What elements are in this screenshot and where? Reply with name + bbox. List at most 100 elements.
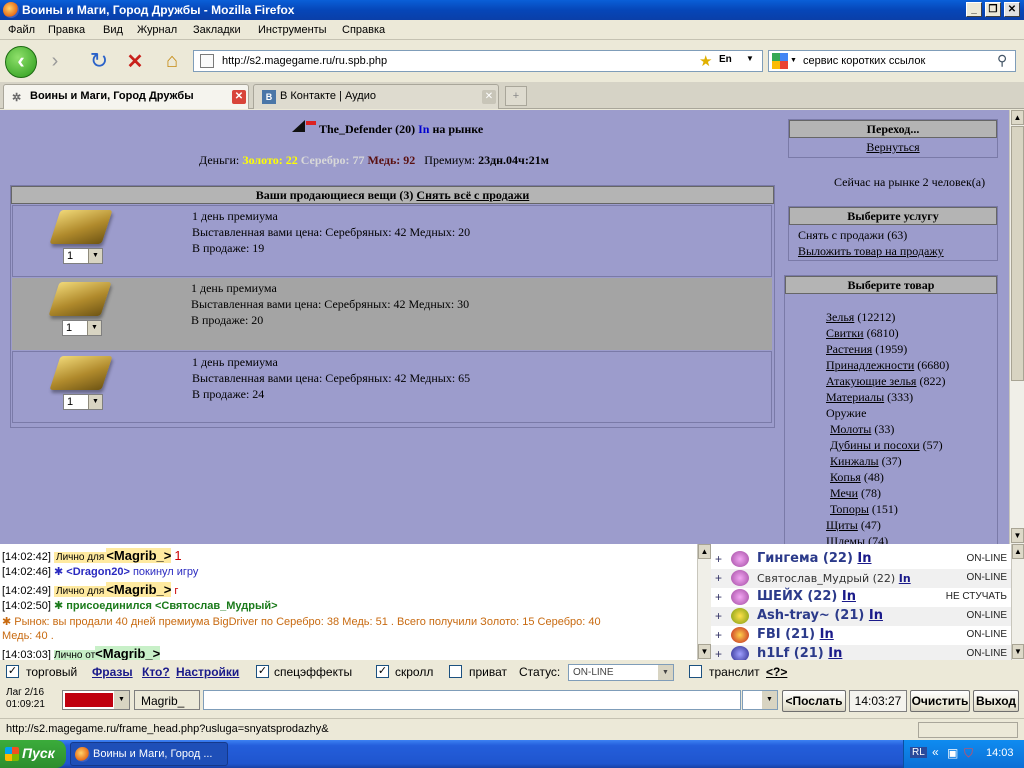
users-scrollbar[interactable]: ▲ ▼: [1011, 544, 1024, 660]
send-button[interactable]: <Послать: [782, 690, 846, 712]
search-engine-dropdown-icon[interactable]: ▼: [790, 57, 797, 64]
quantity-select[interactable]: 1 ▼: [63, 248, 103, 264]
home-icon[interactable]: ⌂: [155, 45, 189, 77]
search-icon[interactable]: ⚲: [997, 52, 1007, 69]
network-icon[interactable]: ▣: [947, 746, 958, 760]
goods-category[interactable]: Копья (48): [830, 470, 884, 485]
menu-help[interactable]: Справка: [342, 24, 385, 36]
user-row[interactable]: + Святослав_Мудрый (22) In ON-LINE: [711, 569, 1011, 588]
recipient-field[interactable]: Magrib_: [134, 690, 200, 710]
scroll-up-icon[interactable]: ▲: [698, 544, 711, 559]
goods-category[interactable]: Зелья (12212): [826, 310, 895, 325]
shield-icon[interactable]: ⛉: [964, 746, 973, 761]
new-tab-button[interactable]: +: [505, 86, 527, 106]
trade-checkbox[interactable]: ✓: [6, 665, 19, 678]
scroll-up-icon[interactable]: ▲: [1012, 544, 1024, 559]
back-icon[interactable]: ‹: [5, 46, 37, 78]
return-link[interactable]: Вернуться: [866, 140, 919, 154]
goods-category[interactable]: Свитки (6810): [826, 326, 899, 341]
goods-category[interactable]: Принадлежности (6680): [826, 358, 949, 373]
bookmark-star-icon[interactable]: ★: [699, 52, 712, 70]
clear-button[interactable]: Очистить: [910, 690, 970, 712]
scroll-down-icon[interactable]: ▼: [1012, 644, 1024, 659]
color-select[interactable]: ▼: [62, 690, 130, 710]
goods-category[interactable]: Материалы (333): [826, 390, 913, 405]
forward-icon[interactable]: ›: [38, 45, 72, 77]
goods-category[interactable]: Атакующие зелья (822): [826, 374, 945, 389]
translit-checkbox[interactable]: [689, 665, 702, 678]
chat-nick[interactable]: <Magrib_>: [106, 582, 172, 597]
private-checkbox[interactable]: [449, 665, 462, 678]
stop-icon[interactable]: ✕: [118, 45, 152, 77]
close-window-button[interactable]: ✕: [1004, 2, 1020, 17]
user-row[interactable]: + Гингема (22) In ON-LINE: [711, 550, 1011, 569]
tab-game[interactable]: ✲ Воины и Маги, Город Дружбы ✕: [3, 84, 249, 109]
goods-category[interactable]: Мечи (78): [830, 486, 881, 501]
put-on-sale-link[interactable]: Выложить товар на продажу: [798, 243, 997, 259]
minimize-button[interactable]: _: [966, 2, 982, 17]
status-label: Статус:: [519, 665, 561, 679]
phrases-link[interactable]: Фразы: [92, 665, 133, 679]
taskbar-firefox-window[interactable]: Воины и Маги, Город ...: [70, 742, 228, 766]
search-engine-icon[interactable]: [772, 53, 788, 69]
scroll-thumb[interactable]: [1011, 126, 1024, 381]
chat-scrollbar[interactable]: ▲ ▼: [697, 544, 711, 660]
status-select[interactable]: ON-LINE ▼: [568, 664, 674, 681]
settings-link[interactable]: Настройки: [176, 665, 239, 679]
quantity-select[interactable]: 1 ▼: [62, 320, 102, 336]
chat-nick[interactable]: <Magrib_>: [95, 646, 161, 660]
maximize-button[interactable]: ❐: [985, 2, 1001, 17]
start-button[interactable]: Пуск: [0, 740, 66, 768]
smiley-select[interactable]: ▼: [742, 690, 778, 710]
goods-category[interactable]: Кинжалы (37): [830, 454, 902, 469]
menu-file[interactable]: Файл: [8, 24, 35, 36]
search-input[interactable]: сервис коротких ссылок: [803, 55, 925, 67]
goods-category[interactable]: Дубины и посохи (57): [830, 438, 943, 453]
expand-icon: +: [715, 647, 723, 660]
chat-message-input[interactable]: [203, 690, 741, 710]
menu-edit[interactable]: Правка: [48, 24, 85, 36]
menu-tools[interactable]: Инструменты: [258, 24, 327, 36]
close-tab-icon[interactable]: ✕: [482, 90, 496, 104]
user-row[interactable]: + Ash-tray~ (21) In ON-LINE: [711, 607, 1011, 626]
premium-label: Премиум:: [424, 153, 476, 167]
close-tab-icon[interactable]: ✕: [232, 90, 246, 104]
scroll-down-icon[interactable]: ▼: [1011, 528, 1024, 543]
remove-all-link[interactable]: Снять всё с продажи: [416, 188, 529, 202]
user-row[interactable]: + ШЕЙХ (22) In НЕ СТУЧАТЬ: [711, 588, 1011, 607]
page-scrollbar[interactable]: ▲ ▼: [1009, 110, 1024, 544]
scroll-down-icon[interactable]: ▼: [698, 644, 711, 659]
quantity-select[interactable]: 1 ▼: [63, 394, 103, 410]
goods-category[interactable]: Щиты (47): [826, 518, 881, 533]
player-in-link[interactable]: In: [418, 122, 429, 136]
user-info-link: In: [828, 646, 843, 660]
menu-bookmarks[interactable]: Закладки: [193, 24, 241, 36]
goods-category[interactable]: Топоры (151): [830, 502, 898, 517]
url-dropdown-icon[interactable]: ▼: [746, 54, 754, 63]
exit-button[interactable]: Выход: [973, 690, 1019, 712]
user-row[interactable]: + h1Lf (21) In ON-LINE: [711, 645, 1011, 660]
menu-view[interactable]: Вид: [103, 24, 123, 36]
loading-icon: ✲: [12, 92, 22, 104]
search-bar[interactable]: ▼ сервис коротких ссылок ⚲: [768, 50, 1016, 72]
tab-vkontakte[interactable]: B В Контакте | Аудио ✕: [253, 84, 499, 109]
translit-help-link[interactable]: <?>: [766, 665, 787, 679]
url-text[interactable]: http://s2.magegame.ru/ru.spb.php: [222, 55, 387, 67]
tray-expand-icon[interactable]: «: [932, 745, 939, 759]
chat-nick[interactable]: <Dragon20>: [66, 566, 130, 578]
scroll-checkbox[interactable]: ✓: [376, 665, 389, 678]
url-bar[interactable]: http://s2.magegame.ru/ru.spb.php ★ En ▼: [193, 50, 763, 72]
scroll-up-icon[interactable]: ▲: [1011, 110, 1024, 125]
user-row[interactable]: + FBI (21) In ON-LINE: [711, 626, 1011, 645]
reload-icon[interactable]: ↻: [82, 45, 116, 77]
player-name[interactable]: The_Defender (20): [319, 122, 415, 136]
goods-category[interactable]: Растения (1959): [826, 342, 907, 357]
remove-from-sale-link[interactable]: Снять с продажи (63): [798, 227, 997, 243]
menu-history[interactable]: Журнал: [137, 24, 177, 36]
who-link[interactable]: Кто?: [142, 665, 170, 679]
chat-line: [14:02:46] ✱ <Dragon20> покинул игру: [2, 566, 199, 578]
chat-nick[interactable]: <Magrib_>: [106, 548, 172, 563]
effects-checkbox[interactable]: ✓: [256, 665, 269, 678]
language-indicator[interactable]: RL: [910, 747, 927, 758]
goods-category[interactable]: Молоты (33): [830, 422, 894, 437]
